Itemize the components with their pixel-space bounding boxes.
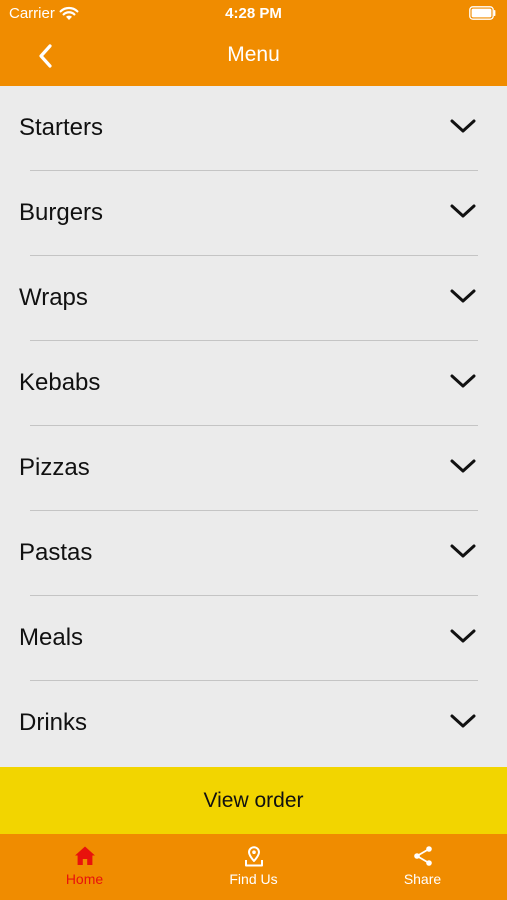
chevron-down-icon — [450, 289, 476, 303]
view-order-label: View order — [203, 788, 304, 812]
tab-label: Find Us — [229, 871, 278, 887]
tab-find-us[interactable]: Find Us — [169, 834, 338, 900]
menu-category-drinks[interactable]: Drinks — [0, 681, 507, 766]
menu-category-label: Meals — [19, 624, 84, 651]
menu-category-label: Pizzas — [19, 454, 90, 481]
chevron-down-icon — [450, 374, 476, 388]
share-icon — [413, 846, 432, 866]
location-pin-icon — [244, 846, 263, 867]
navigation-bar: Menu — [0, 28, 507, 86]
menu-category-label: Starters — [19, 114, 104, 141]
tab-home[interactable]: Home — [0, 834, 169, 900]
menu-category-label: Wraps — [19, 284, 88, 311]
battery-icon — [469, 6, 496, 20]
menu-category-wraps[interactable]: Wraps — [0, 256, 507, 341]
tab-label: Home — [65, 871, 104, 887]
chevron-down-icon — [450, 714, 476, 728]
menu-category-label: Drinks — [19, 709, 88, 736]
menu-category-starters[interactable]: Starters — [0, 86, 507, 171]
status-bar: Carrier 4:28 PM — [0, 0, 507, 28]
menu-category-label: Kebabs — [19, 369, 101, 396]
menu-category-meals[interactable]: Meals — [0, 596, 507, 681]
page-title: Menu — [227, 43, 280, 66]
menu-category-pizzas[interactable]: Pizzas — [0, 426, 507, 511]
chevron-down-icon — [450, 459, 476, 473]
status-time: 4:28 PM — [225, 5, 282, 22]
menu-category-list: Starters Burgers Wraps Kebabs Pizzas Pas… — [0, 86, 507, 767]
tab-label: Share — [403, 871, 442, 887]
menu-category-pastas[interactable]: Pastas — [0, 511, 507, 596]
header: Carrier 4:28 PM Menu — [0, 0, 507, 86]
menu-category-label: Burgers — [19, 199, 104, 226]
tab-share[interactable]: Share — [338, 834, 507, 900]
view-order-button[interactable]: View order — [0, 767, 507, 834]
chevron-down-icon — [450, 119, 476, 133]
menu-category-burgers[interactable]: Burgers — [0, 171, 507, 256]
chevron-down-icon — [450, 629, 476, 643]
chevron-down-icon — [450, 544, 476, 558]
menu-category-label: Pastas — [19, 539, 93, 566]
tab-bar: Home Find Us Share — [0, 834, 507, 900]
menu-category-kebabs[interactable]: Kebabs — [0, 341, 507, 426]
home-icon — [74, 846, 95, 865]
chevron-down-icon — [450, 204, 476, 218]
